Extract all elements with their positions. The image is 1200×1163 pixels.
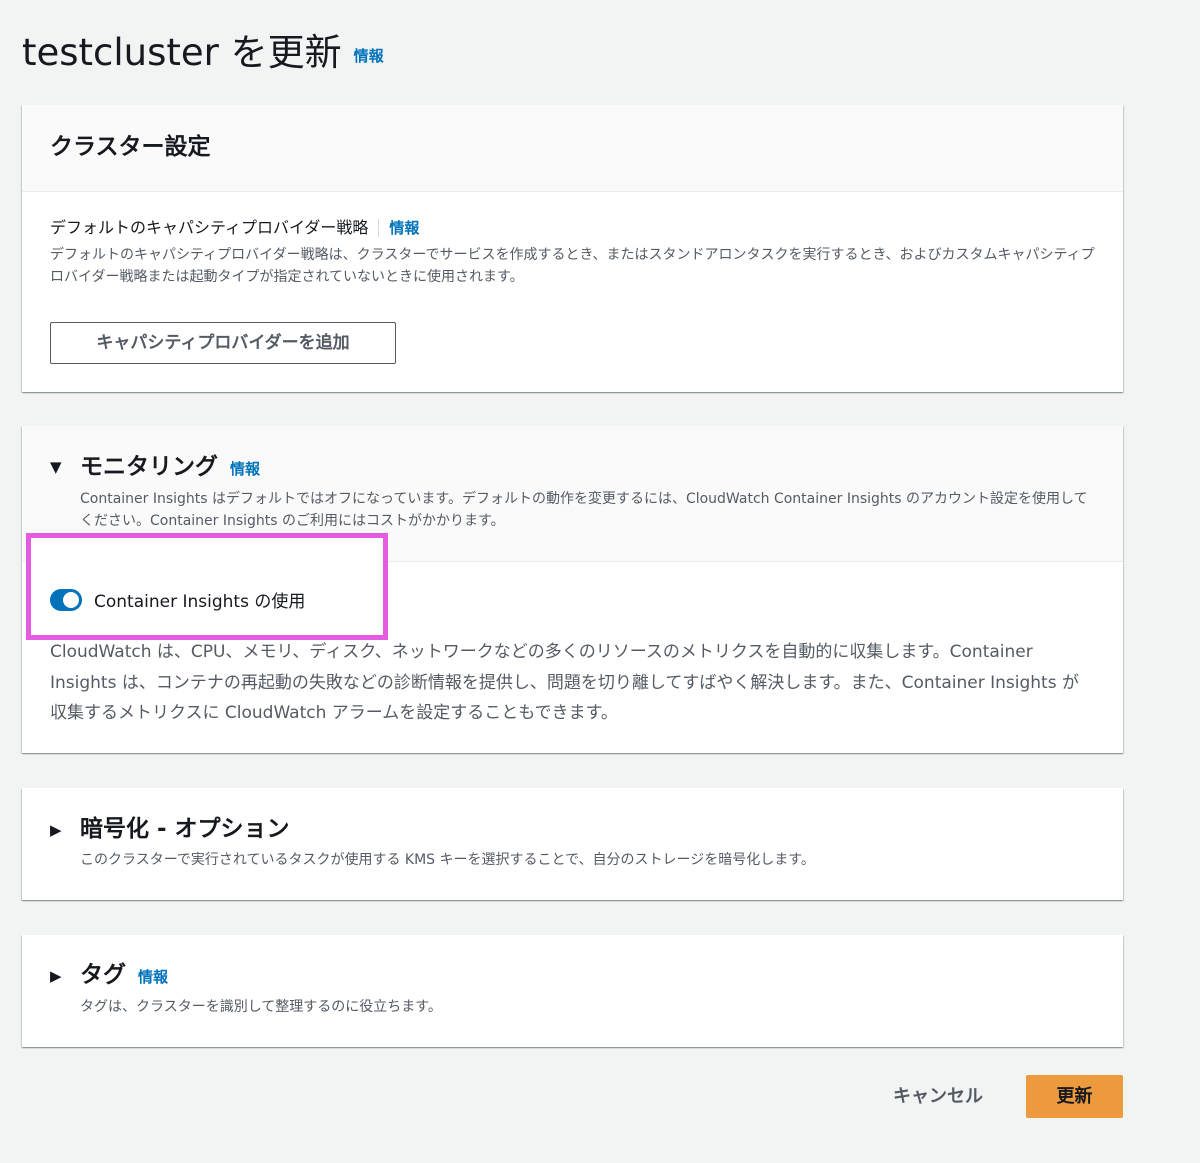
tags-info-link[interactable]: 情報	[138, 962, 168, 992]
caret-right-icon[interactable]: ▶	[50, 966, 62, 986]
add-capacity-provider-button[interactable]: キャパシティプロバイダーを追加	[50, 322, 396, 364]
tags-title-text[interactable]: タグ	[80, 960, 126, 990]
cluster-settings-panel: クラスター設定 デフォルトのキャパシティプロバイダー戦略 情報 デフォルトのキャ…	[22, 105, 1123, 392]
encryption-panel[interactable]: ▶ 暗号化 - オプション このクラスターで実行されているタスクが使用する KM…	[22, 788, 1123, 900]
monitoring-description: Container Insights はデフォルトではオフになっています。デフォ…	[80, 491, 1088, 529]
cancel-button[interactable]: キャンセル	[876, 1076, 1000, 1118]
encryption-title[interactable]: 暗号化 - オプション	[80, 814, 290, 844]
page-title: testcluster を更新 情報	[22, 28, 384, 85]
cluster-settings-title: クラスター設定	[50, 134, 211, 160]
capacity-strategy-label: デフォルトのキャパシティプロバイダー戦略 情報	[50, 217, 419, 239]
highlight-annotation-box	[26, 533, 388, 640]
capacity-strategy-description: デフォルトのキャパシティプロバイダー戦略は、クラスターでサービスを作成するとき、…	[50, 247, 1095, 285]
caret-right-icon[interactable]: ▶	[50, 820, 62, 840]
label-divider	[378, 219, 380, 237]
monitoring-info-link[interactable]: 情報	[230, 454, 260, 484]
tags-title: タグ 情報	[80, 960, 168, 992]
capacity-strategy-label-text: デフォルトのキャパシティプロバイダー戦略	[50, 218, 369, 237]
tags-panel[interactable]: ▶ タグ 情報 タグは、クラスターを識別して整理するのに役立ちます。	[22, 935, 1123, 1047]
container-insights-description: CloudWatch は、CPU、メモリ、ディスク、ネットワークなどの多くのリソ…	[50, 642, 1079, 723]
cluster-settings-header: クラスター設定	[22, 105, 1123, 192]
capacity-info-link[interactable]: 情報	[389, 217, 419, 239]
monitoring-title-text: モニタリング	[80, 454, 218, 480]
caret-down-icon[interactable]: ▼	[50, 457, 62, 477]
monitoring-title: モニタリング 情報	[80, 452, 260, 484]
encryption-description: このクラスターで実行されているタスクが使用する KMS キーを選択することで、自…	[80, 852, 815, 868]
update-button[interactable]: 更新	[1026, 1075, 1123, 1118]
page-info-link[interactable]: 情報	[354, 31, 384, 81]
page-title-text: testcluster を更新	[22, 31, 342, 74]
tags-description: タグは、クラスターを識別して整理するのに役立ちます。	[80, 999, 442, 1015]
